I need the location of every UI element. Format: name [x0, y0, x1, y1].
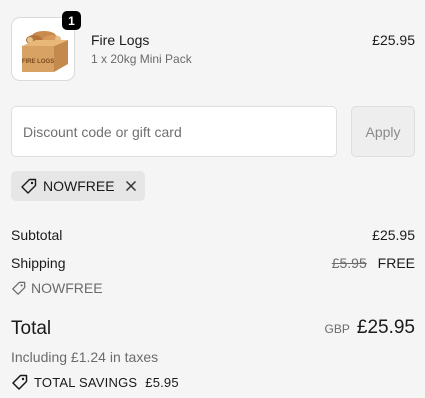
taxes-note: Including £1.24 in taxes: [11, 349, 159, 365]
subtotal-value: £25.95: [372, 227, 415, 243]
currency-code: GBP: [324, 322, 350, 336]
shipping-value: FREE: [377, 255, 415, 271]
product-box-text: FIRE LOGS: [22, 59, 54, 65]
subtotal-row: Subtotal £25.95: [11, 227, 415, 243]
shipping-discount-tag: NOWFREE: [11, 280, 103, 296]
apply-discount-button[interactable]: Apply: [351, 106, 415, 157]
applied-discount-chip: NOWFREE: [11, 171, 145, 201]
shipping-original-price: £5.95: [331, 255, 367, 271]
shipping-label: Shipping: [11, 255, 66, 271]
total-label: Total: [11, 318, 52, 339]
product-price: £25.95: [372, 32, 415, 48]
savings-label: TOTAL SAVINGS: [34, 375, 138, 390]
product-name: Fire Logs: [91, 32, 150, 48]
tag-icon: [12, 281, 26, 295]
product-thumbnail: FIRE LOGS 1: [11, 11, 81, 81]
discount-code-input[interactable]: [11, 106, 337, 157]
total-price: £25.95: [356, 317, 415, 338]
applied-discount-code: NOWFREE: [43, 178, 115, 194]
total-amount: GBP £25.95: [325, 317, 415, 339]
quantity-badge: 1: [62, 11, 81, 30]
close-icon[interactable]: [125, 180, 137, 192]
cart-line-item: FIRE LOGS 1 Fire Logs 1 x 20kg Mini Pack…: [11, 11, 415, 81]
savings-value: £5.95: [145, 375, 179, 390]
shipping-discount-code: NOWFREE: [31, 280, 103, 296]
tag-icon: [12, 374, 28, 390]
tag-icon: [21, 178, 37, 194]
subtotal-label: Subtotal: [11, 227, 63, 243]
total-savings: TOTAL SAVINGS £5.95: [11, 374, 179, 391]
product-variant: 1 x 20kg Mini Pack: [91, 52, 192, 66]
shipping-row: Shipping £5.95 FREE: [11, 255, 415, 271]
box-of-logs-icon: FIRE LOGS: [22, 31, 68, 72]
